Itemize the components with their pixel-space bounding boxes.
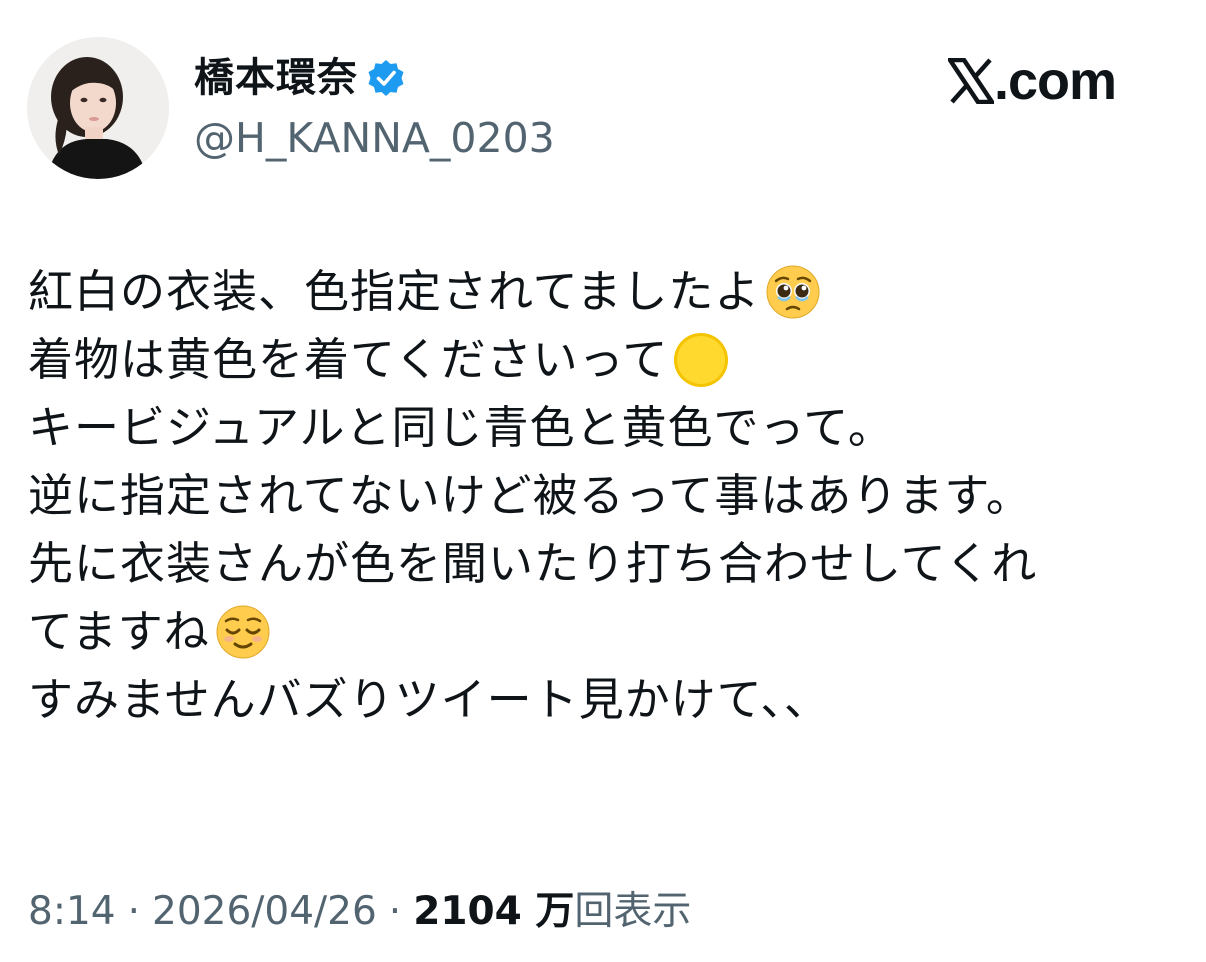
tweet-line-text: てますね [28,605,210,658]
tweet-line: 先に衣装さんが色を聞いたり打ち合わせしてくれ [28,530,1188,598]
brand-domain-text: .com [994,51,1117,111]
pleading-face-emoji [764,263,822,321]
tweet-line-text: 着物は黄色を着てくださいって [28,333,669,386]
views-label: 回表示 [574,889,692,934]
tweet-text: 紅白の衣装、色指定されてましたよ 着物は黄色を着てくださいって キービジュアルと… [28,258,1188,734]
author-handle[interactable]: @H_KANNA_0203 [194,112,555,164]
tweet-line: てますね [28,598,1188,666]
tweet-date[interactable]: 2026/04/26 [152,884,377,940]
tweet-line: キービジュアルと同じ青色と黄色でって。 [28,394,1188,462]
tweet-line-text: 先に衣装さんが色を聞いたり打ち合わせしてくれ [28,537,1038,590]
x-logo-icon [945,57,997,105]
meta-separator: · [388,889,402,934]
verified-badge-icon [366,58,406,98]
tweet-line: すみませんバズりツイート見かけて、、 [28,666,1188,734]
profile-photo [27,37,169,179]
tweet-line-text: すみませんバズりツイート見かけて、、 [28,673,830,726]
tweet-meta: 8:14 · 2026/04/26 · 2104 万 回表示 [28,884,691,940]
tweet-line: 着物は黄色を着てくださいって [28,326,1188,394]
meta-separator: · [127,889,140,934]
tweet-line: 紅白の衣装、色指定されてましたよ [28,258,1188,326]
tweet-line-text: 紅白の衣装、色指定されてましたよ [28,265,761,318]
author-name-row[interactable]: 橋本環奈 [194,52,406,104]
tweet-line-text: キービジュアルと同じ青色と黄色でって。 [28,401,894,454]
relieved-face-emoji [214,603,272,661]
tweet-time[interactable]: 8:14 [28,884,116,940]
display-name[interactable]: 橋本環奈 [194,52,358,104]
brand-watermark: .com [945,50,1117,112]
tweet-line-text: 逆に指定されてないけど被るって事はあります。 [28,469,1032,522]
avatar[interactable] [27,37,169,179]
views-count[interactable]: 2104 万 [413,884,574,940]
tweet-line: 逆に指定されてないけど被るって事はあります。 [28,462,1188,530]
yellow-circle-emoji [672,331,730,389]
